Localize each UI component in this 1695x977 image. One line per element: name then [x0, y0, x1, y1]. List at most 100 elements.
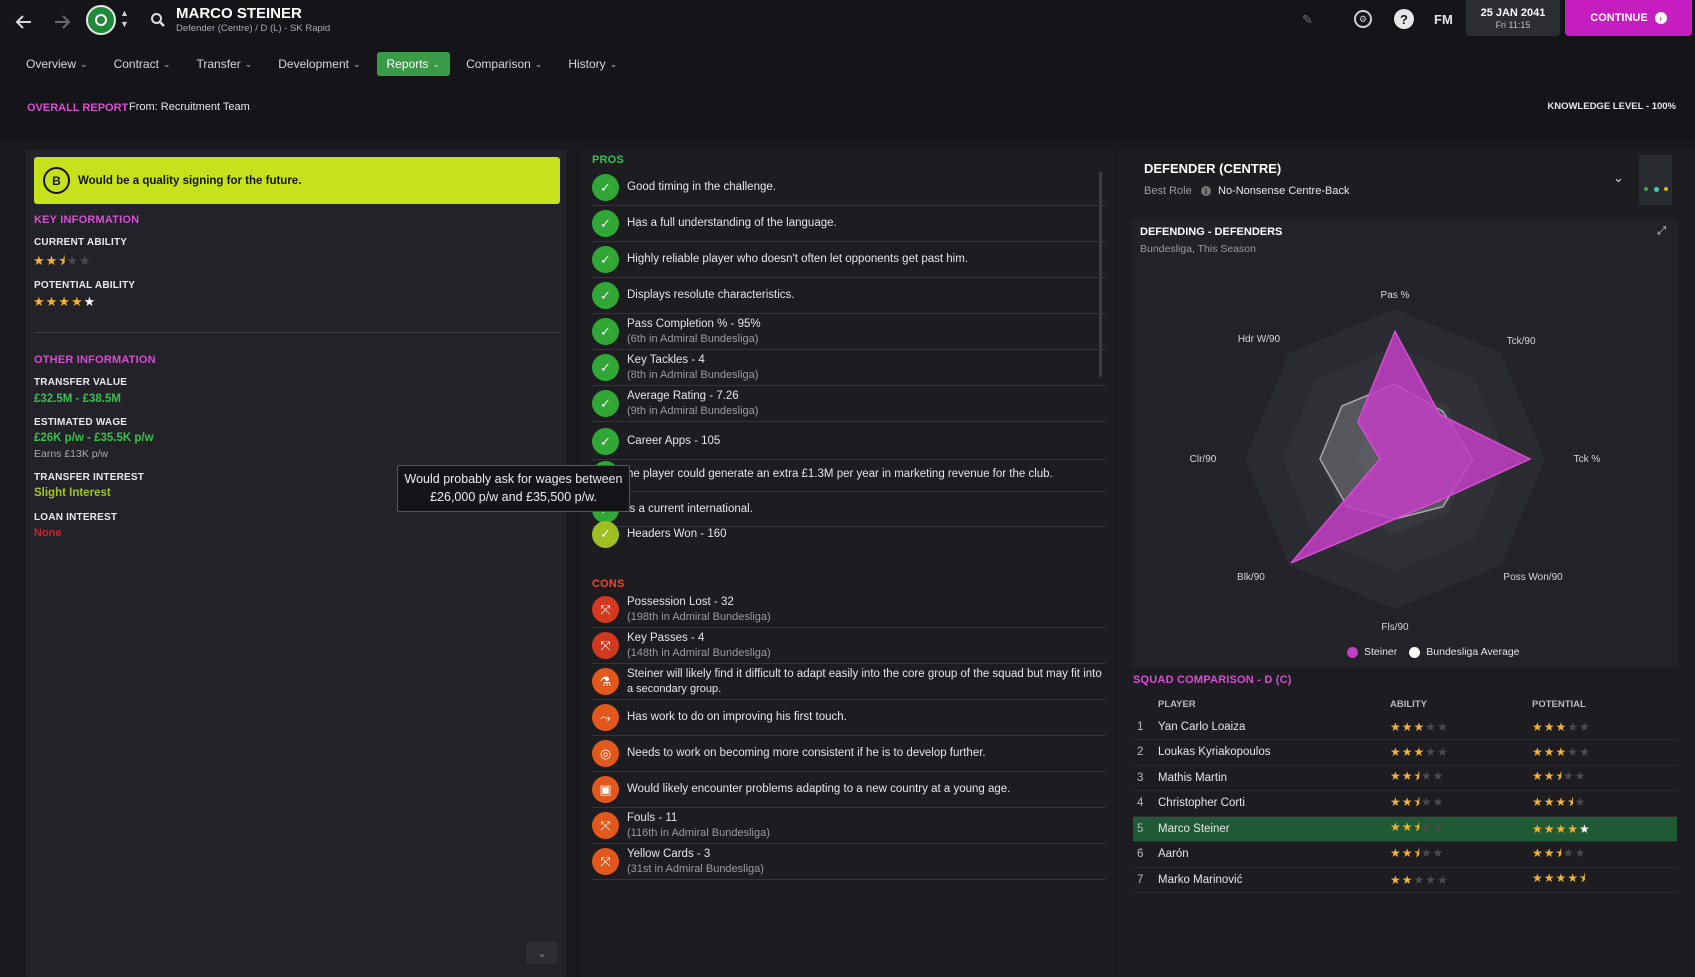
estimated-wage[interactable]: £26K p/w - £35.5K p/w — [34, 432, 154, 444]
pros-item: ✓ Displays resolute characteristics. — [592, 278, 1106, 314]
chevron-down-icon[interactable]: ⌄ — [1613, 170, 1624, 186]
loan-interest-label: LOAN INTEREST — [34, 512, 118, 523]
fm-logo[interactable]: FM — [1434, 12, 1453, 27]
app-window: ▲ ▼ MARCO STEINER Defender (Centre) / D (… — [0, 0, 1695, 977]
col-player[interactable]: PLAYER — [1158, 694, 1390, 714]
tab-reports[interactable]: Reports ⌄ — [376, 52, 451, 76]
squad-rank: 4 — [1133, 790, 1158, 817]
squad-potential-stars: ★★⯨★★ — [1532, 841, 1677, 868]
tooltip-line-1: Would probably ask for wages between — [404, 472, 623, 486]
tab-overview[interactable]: Overview ⌄ — [16, 52, 98, 76]
squad-player-name[interactable]: Marco Steiner — [1158, 816, 1390, 842]
pro-icon: ✓ — [592, 282, 619, 309]
pros-item-text: Pass Completion % - 95% — [627, 317, 761, 330]
tab-transfer[interactable]: Transfer ⌄ — [186, 52, 262, 76]
tab-development[interactable]: Development ⌄ — [268, 52, 370, 76]
squad-player-name[interactable]: Yan Carlo Loaiza — [1158, 714, 1390, 740]
cons-item-sub: (198th in Admiral Bundesliga) — [627, 610, 771, 623]
cons-item: ⤧ Key Passes - 4 (148th in Admiral Bundesl… — [592, 628, 1106, 664]
potential-ability-label: POTENTIAL ABILITY — [34, 280, 136, 291]
pitch-position-icon[interactable] — [1639, 155, 1672, 205]
chevron-updown-icon[interactable]: ▲ ▼ — [120, 8, 129, 30]
key-info-title: KEY INFORMATION — [34, 214, 140, 226]
report-title: OVERALL REPORT — [27, 102, 129, 114]
radar-card: DEFENDING - DEFENDERS Bundesliga, This S… — [1132, 220, 1678, 667]
squad-row[interactable]: 5 Marco Steiner ★★⯨★★ ★★★★★ — [1133, 816, 1677, 842]
squad-potential-stars: ★★★★⯨ — [1532, 867, 1677, 893]
pros-item-text: Headers Won - 160 — [627, 527, 727, 540]
legend-avg: Bundesliga Average — [1426, 646, 1520, 658]
arrow-left-icon[interactable] — [12, 10, 36, 34]
squad-row[interactable]: 2 Loukas Kyriakopoulos ★★★★★ ★★★★★ — [1133, 739, 1677, 766]
radar-axis-label: Blk/90 — [1237, 572, 1265, 583]
squad-row[interactable]: 6 Aarón ★★⯨★★ ★★⯨★★ — [1133, 841, 1677, 868]
cons-title: CONS — [592, 578, 625, 590]
squad-potential-stars: ★★★★★ — [1532, 714, 1677, 740]
squad-title: SQUAD COMPARISON - D (C) — [1133, 674, 1292, 686]
brain-icon[interactable]: ⚙ — [1354, 10, 1372, 28]
transfer-interest-label: TRANSFER INTEREST — [34, 472, 145, 483]
pro-icon: ✓ — [592, 428, 619, 455]
top-bar: ▲ ▼ MARCO STEINER Defender (Centre) / D (… — [0, 0, 1695, 44]
squad-row[interactable]: 4 Christopher Corti ★★⯨★★ ★★★⯨★ — [1133, 790, 1677, 817]
pros-item: ✓ Pass Completion % - 95% (6th in Admiral … — [592, 314, 1106, 350]
help-icon[interactable]: ? — [1394, 9, 1414, 29]
con-icon: ⤧ — [592, 632, 619, 659]
date-box[interactable]: 25 JAN 2041 Fri 11:15 — [1466, 0, 1560, 36]
cons-item-text: Possession Lost - 32 — [627, 595, 734, 608]
tab-contract[interactable]: Contract ⌄ — [104, 52, 181, 76]
radar-title: DEFENDING - DEFENDERS — [1140, 226, 1283, 238]
expand-icon[interactable]: ⤢ — [1657, 225, 1666, 238]
con-icon: ⚗ — [592, 668, 619, 695]
squad-table: PLAYER ABILITY POTENTIAL 1 Yan Carlo Loai… — [1133, 694, 1677, 893]
col-potential[interactable]: POTENTIAL — [1532, 694, 1677, 714]
squad-row[interactable]: 7 Marko Marinović ★★★★★ ★★★★⯨ — [1133, 867, 1677, 893]
legend-avg-dot — [1409, 646, 1421, 658]
con-icon: ⤳ — [592, 704, 619, 731]
knowledge-level: KNOWLEDGE LEVEL - 100% — [1547, 101, 1676, 112]
radar-axis-label: Tck % — [1574, 454, 1601, 465]
cons-item-text: Fouls - 11 — [627, 811, 678, 824]
squad-row[interactable]: 3 Mathis Martin ★★⯨★★ ★★⯨★★ — [1133, 765, 1677, 791]
squad-ability-stars: ★★★★★ — [1390, 739, 1532, 766]
squad-ability-stars: ★★⯨★★ — [1390, 816, 1532, 842]
earns-text: Earns £13K p/w — [34, 448, 109, 460]
transfer-interest: Slight Interest — [34, 487, 111, 499]
squad-potential-stars: ★★★★★ — [1532, 816, 1677, 842]
tab-comparison[interactable]: Comparison ⌄ — [456, 52, 552, 76]
squad-player-name[interactable]: Christopher Corti — [1158, 790, 1390, 817]
pro-icon: ✓ — [592, 174, 619, 201]
pro-icon: ✓ — [592, 246, 619, 273]
squad-player-name[interactable]: Marko Marinović — [1158, 867, 1390, 893]
pros-item: ✓ Good timing in the challenge. — [592, 170, 1106, 206]
continue-button[interactable]: CONTINUE › — [1565, 0, 1692, 36]
pencil-icon[interactable]: ✎ — [1302, 12, 1313, 28]
pro-icon: ✓ — [592, 354, 619, 381]
squad-player-name[interactable]: Aarón — [1158, 841, 1390, 868]
verdict-banner: B Would be a quality signing for the fut… — [34, 157, 560, 204]
col-ability[interactable]: ABILITY — [1390, 694, 1532, 714]
cons-item-sub: (148th in Admiral Bundesliga) — [627, 646, 771, 659]
info-icon[interactable]: i — [1201, 186, 1211, 196]
cons-item-text: Yellow Cards - 3 — [627, 847, 711, 860]
con-icon: ◎ — [592, 740, 619, 767]
squad-rank: 6 — [1133, 841, 1158, 868]
search-icon[interactable] — [148, 10, 168, 30]
tab-history[interactable]: History ⌄ — [558, 52, 627, 76]
cons-item-sub: a secondary group. — [627, 682, 722, 695]
legend-steiner: Steiner — [1364, 646, 1398, 658]
squad-player-name[interactable]: Loukas Kyriakopoulos — [1158, 739, 1390, 766]
club-badge-icon[interactable] — [86, 5, 116, 35]
squad-player-name[interactable]: Mathis Martin — [1158, 765, 1390, 791]
squad-potential-stars: ★★★⯨★ — [1532, 790, 1677, 817]
pros-item: ✓is a current international. — [592, 493, 1106, 527]
pros-title: PROS — [592, 154, 624, 166]
con-icon: ⤧ — [592, 596, 619, 623]
arrow-right-icon[interactable] — [50, 10, 74, 34]
scroll-down-button[interactable]: ⌄ — [526, 942, 558, 964]
squad-row[interactable]: 1 Yan Carlo Loaiza ★★★★★ ★★★★★ — [1133, 714, 1677, 740]
radar-axis-label: Pas % — [1381, 290, 1410, 301]
cons-item: ◎ Needs to work on becoming more consiste… — [592, 736, 1106, 772]
date-label: 25 JAN 2041 — [1480, 7, 1546, 19]
squad-rank: 1 — [1133, 714, 1158, 740]
